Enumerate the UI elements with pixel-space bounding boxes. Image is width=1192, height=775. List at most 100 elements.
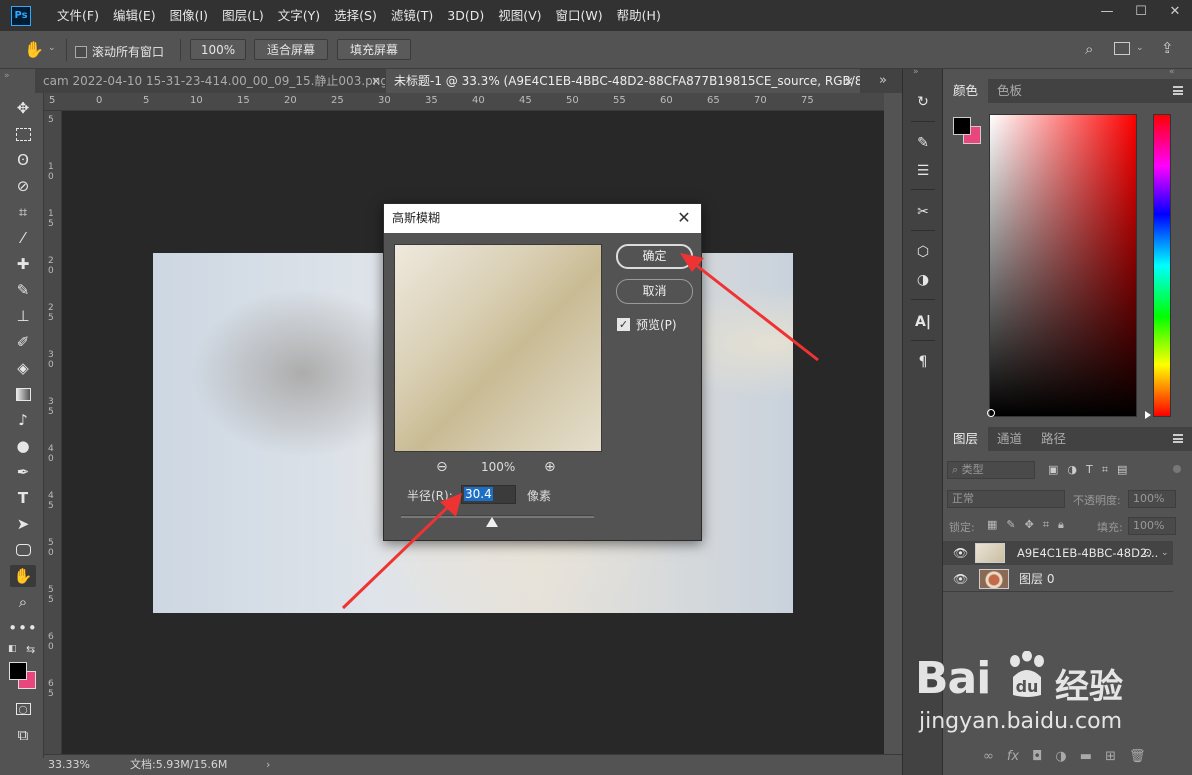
adjustments-sliders-icon[interactable]: ☰ [912, 160, 934, 182]
minimize-button[interactable]: — [1090, 0, 1124, 22]
hand-tool-icon[interactable]: ✋ [24, 40, 44, 59]
more-tools-icon[interactable]: ••• [8, 617, 37, 639]
menu-edit[interactable]: 编辑(E) [106, 0, 163, 31]
collapse-panels-icon[interactable]: « [1169, 67, 1175, 77]
blend-mode-select[interactable]: 正常 [947, 490, 1065, 508]
eyedropper-tool-icon[interactable]: ⁄ [10, 227, 36, 249]
layer-filter-select[interactable]: ⌕ 类型 [947, 461, 1035, 479]
workspace-icon[interactable] [1114, 42, 1130, 55]
adjustments-icon[interactable]: ◑ [912, 269, 934, 291]
menu-select[interactable]: 选择(S) [327, 0, 384, 31]
lock-all-icon[interactable]: 🔒︎ [1058, 518, 1064, 532]
maximize-button[interactable]: ☐ [1124, 0, 1158, 22]
paragraph-panel-icon[interactable]: ¶ [912, 351, 934, 373]
menu-type[interactable]: 文字(Y) [271, 0, 327, 31]
move-tool-icon[interactable]: ✥ [10, 97, 36, 119]
menu-view[interactable]: 视图(V) [491, 0, 548, 31]
color-panel-foreground-swatch[interactable] [953, 117, 971, 135]
screen-mode-icon[interactable]: ⧉ [10, 724, 36, 746]
color-field-picker[interactable] [987, 409, 995, 417]
zoom-tool-icon[interactable]: ⌕ [10, 591, 36, 613]
eraser-tool-icon[interactable]: ◈ [10, 357, 36, 379]
tab-paths[interactable]: 路径 [1031, 427, 1076, 451]
3d-panel-icon[interactable]: ⬡ [912, 241, 934, 263]
layer-expand-chevron-icon[interactable]: ⌄ [1161, 541, 1169, 565]
default-colors-icon[interactable]: ◧ [8, 644, 17, 654]
quick-mask-icon[interactable]: ◯ [10, 698, 36, 720]
menu-filter[interactable]: 滤镜(T) [384, 0, 440, 31]
tab-layers[interactable]: 图层 [943, 427, 989, 451]
status-zoom[interactable]: 33.33% [48, 755, 90, 774]
type-tool-icon[interactable]: T [10, 487, 36, 509]
menu-window[interactable]: 窗口(W) [549, 0, 610, 31]
collapse-tools-icon[interactable]: » [4, 71, 10, 81]
share-icon[interactable]: ⇪ [1161, 39, 1174, 57]
path-select-tool-icon[interactable]: ➤ [10, 513, 36, 535]
menu-layer[interactable]: 图层(L) [215, 0, 271, 31]
history-brush-tool-icon[interactable]: ✐ [10, 331, 36, 353]
radius-slider-thumb[interactable] [486, 517, 498, 527]
zoom-in-icon[interactable]: ⊕ [544, 459, 556, 475]
tab-close-icon[interactable]: × [371, 69, 381, 93]
lock-paint-icon[interactable]: ✎ [1006, 518, 1015, 532]
close-window-button[interactable]: ✕ [1158, 0, 1192, 22]
layer-visibility-eye-icon[interactable]: 👁︎ [953, 567, 968, 591]
menu-image[interactable]: 图像(I) [163, 0, 215, 31]
marquee-tool-icon[interactable] [10, 123, 36, 145]
filter-shape-icon[interactable]: ⌗ [1102, 463, 1108, 477]
preview-checkbox[interactable]: ✓ [617, 318, 630, 331]
tab-untitled-1[interactable]: 未标题-1 @ 33.3% (A9E4C1EB-4BBC-48D2-88CFA8… [386, 69, 860, 93]
dialog-close-icon[interactable]: ✕ [676, 210, 692, 226]
foreground-color-swatch[interactable] [9, 662, 27, 680]
shape-tool-icon[interactable] [10, 539, 36, 561]
scroll-all-windows-checkbox[interactable] [75, 45, 87, 58]
tools-scissors-icon[interactable]: ✂ [912, 201, 934, 223]
gradient-tool-icon[interactable] [10, 383, 36, 405]
cancel-button[interactable]: 取消 [616, 279, 693, 304]
filter-type-icon[interactable]: T [1086, 463, 1093, 477]
radius-input[interactable]: 30.4 [461, 485, 516, 504]
tab-close-icon[interactable]: × [844, 69, 854, 93]
opacity-input[interactable]: 100% [1128, 490, 1176, 508]
lasso-tool-icon[interactable]: ʘ [10, 149, 36, 171]
character-panel-icon[interactable]: A| [912, 311, 934, 333]
healing-brush-tool-icon[interactable]: ✚ [10, 253, 36, 275]
menu-help[interactable]: 帮助(H) [610, 0, 668, 31]
search-icon[interactable]: ⌕ [1085, 40, 1093, 58]
zoom-100-button[interactable]: 100% [190, 39, 246, 60]
menu-3d[interactable]: 3D(D) [440, 0, 491, 31]
collapse-dock-icon[interactable]: » [913, 67, 919, 77]
quick-select-tool-icon[interactable]: ⊘ [10, 175, 36, 197]
fit-screen-button[interactable]: 适合屏幕 [254, 39, 328, 60]
blur-tool-icon[interactable]: ♪ [10, 409, 36, 431]
hue-slider-thumb[interactable] [1145, 411, 1151, 419]
pen-tool-icon[interactable]: ✒ [10, 461, 36, 483]
color-field[interactable] [989, 114, 1137, 417]
lock-move-icon[interactable]: ✥ [1025, 518, 1034, 532]
history-panel-icon[interactable]: ↻ [912, 91, 934, 113]
layer-row-layer-0[interactable]: 👁︎ 图层 0 [943, 567, 1173, 591]
filter-adjustment-icon[interactable]: ◑ [1067, 463, 1077, 477]
crop-tool-icon[interactable]: ⌗ [10, 201, 36, 223]
filter-toggle-icon[interactable] [1173, 465, 1181, 473]
stamp-tool-icon[interactable]: ⊥ [10, 305, 36, 327]
fill-screen-button[interactable]: 填充屏幕 [337, 39, 411, 60]
layer-visibility-eye-icon[interactable]: 👁︎ [953, 541, 968, 565]
filter-smart-object-icon[interactable]: ▤ [1117, 463, 1127, 477]
tool-preset-chevron-down-icon[interactable]: ⌄ [48, 43, 56, 53]
lock-transparent-icon[interactable]: ▦ [987, 518, 997, 532]
status-menu-arrow-icon[interactable]: › [266, 755, 270, 774]
tab-swatches[interactable]: 色板 [987, 79, 1032, 103]
fill-input[interactable]: 100% [1128, 517, 1176, 535]
smart-filter-icon[interactable]: ⊙ [1143, 541, 1152, 565]
dodge-tool-icon[interactable]: ● [10, 435, 36, 457]
brush-tool-icon[interactable]: ✎ [10, 279, 36, 301]
tab-overflow-icon[interactable]: » [879, 69, 887, 93]
zoom-out-icon[interactable]: ⊖ [436, 459, 448, 475]
layer-row-smart-object[interactable]: 👁︎ A9E4C1EB-4BBC-48D2... ⊙ ⌄ [943, 541, 1173, 565]
tab-channels[interactable]: 通道 [987, 427, 1032, 451]
tab-color[interactable]: 颜色 [943, 79, 989, 103]
ok-button[interactable]: 确定 [616, 244, 693, 269]
lock-artboard-icon[interactable]: ⌗ [1043, 518, 1049, 532]
color-panel-menu-icon[interactable] [1173, 86, 1183, 95]
